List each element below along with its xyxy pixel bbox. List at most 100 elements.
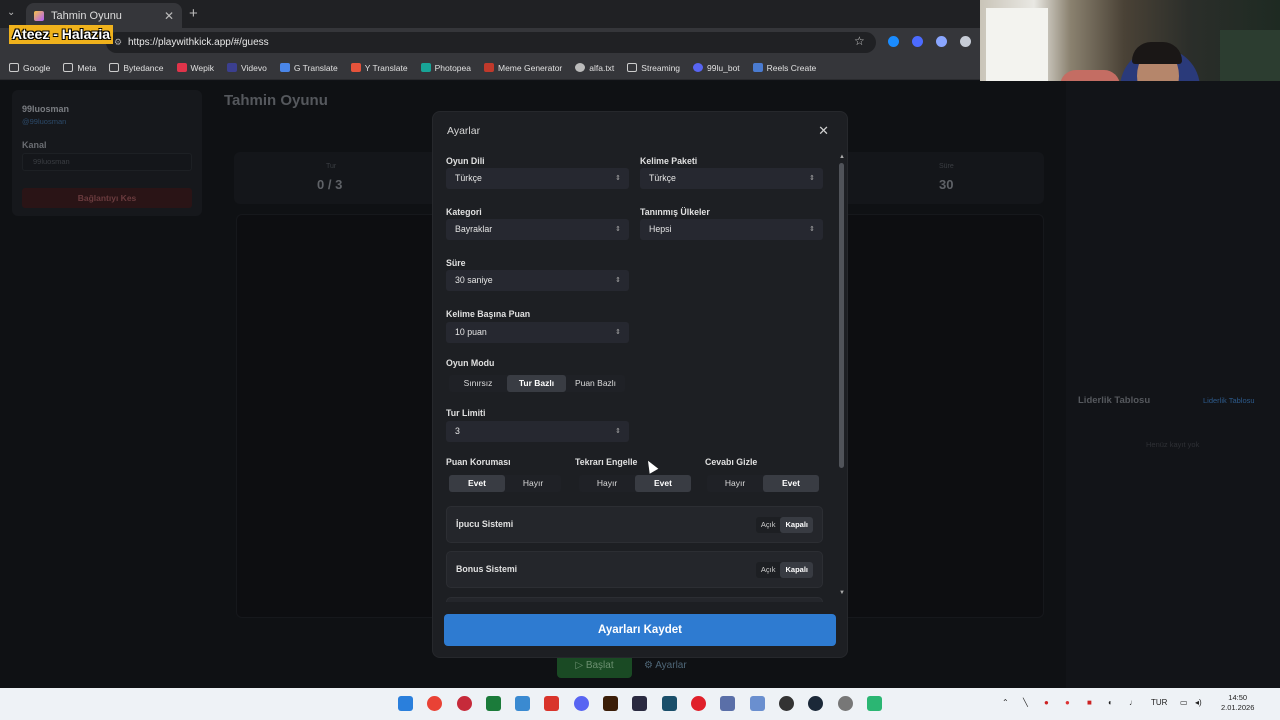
hint-system-on[interactable]: Açık <box>756 517 781 533</box>
block-repeat-yes[interactable]: Evet <box>635 475 691 492</box>
translate-icon <box>279 63 290 72</box>
network-icon[interactable]: ▭ <box>1180 698 1188 707</box>
app-icon[interactable] <box>662 696 677 711</box>
username-handle[interactable]: @99luosman <box>22 117 66 126</box>
bookmark-videvo[interactable]: Videvo <box>226 63 267 73</box>
url-input[interactable]: ⚙ https://playwithkick.app/#/guess <box>106 32 876 53</box>
tray-app-icon[interactable]: ◐ <box>1108 698 1113 707</box>
screen: ⌄ Tahmin Oyunu ✕ + Ateez - Halazia ⚙ htt… <box>0 0 1280 720</box>
bookmark-wepik[interactable]: Wepik <box>176 63 214 73</box>
davinci-icon[interactable] <box>632 696 647 711</box>
game-mode-score-based[interactable]: Puan Bazlı <box>566 375 625 392</box>
kanal-label: Kanal <box>22 140 47 150</box>
app-icon[interactable] <box>838 696 853 711</box>
category-select[interactable]: Bayraklar ⇕ <box>446 219 629 240</box>
hide-answer-no[interactable]: Hayır <box>707 475 763 492</box>
scrollbar-thumb[interactable] <box>839 163 844 468</box>
tab-list-chevron-icon[interactable]: ⌄ <box>7 7 15 18</box>
bookmark-alfa[interactable]: alfa.txt <box>575 63 614 73</box>
bonus-system-label: Bonus Sistemi <box>456 564 518 574</box>
close-icon[interactable]: ✕ <box>818 123 829 139</box>
steam-icon[interactable] <box>808 696 823 711</box>
score-protection-no[interactable]: Hayır <box>505 475 561 492</box>
score-protection-yes[interactable]: Evet <box>449 475 505 492</box>
vivaldi-icon[interactable] <box>457 696 472 711</box>
bookmark-photopea[interactable]: Photopea <box>420 63 471 73</box>
system-clock[interactable]: 14:50 2.01.2026 <box>1221 693 1254 713</box>
tray-app-icon[interactable]: ● <box>1044 698 1049 707</box>
new-tab-button[interactable]: + <box>189 5 198 22</box>
volume-icon[interactable]: ◂) <box>1195 698 1202 707</box>
bookmark-star-icon[interactable]: ☆ <box>854 34 865 48</box>
settings-scroll-area[interactable]: Oyun Dili Türkçe ⇕ Kelime Paketi Türkçe ⇕ … <box>433 154 847 602</box>
bookmark-meta[interactable]: Meta <box>63 63 96 73</box>
scroll-down-icon[interactable]: ▼ <box>839 590 845 596</box>
duration-label: Süre <box>446 258 466 268</box>
extension-icon[interactable] <box>912 36 923 47</box>
obs-icon[interactable] <box>779 696 794 711</box>
settings-button[interactable]: ⚙ Ayarlar <box>644 660 687 671</box>
recognized-countries-select[interactable]: Hepsi ⇕ <box>640 219 823 240</box>
extension-icon[interactable] <box>888 36 899 47</box>
illustrator-icon[interactable] <box>603 696 618 711</box>
tray-overflow-icon[interactable]: ⌃ <box>1002 698 1009 707</box>
points-per-word-select[interactable]: 10 puan ⇕ <box>446 322 629 343</box>
bookmark-y-translate[interactable]: Y Translate <box>350 63 408 73</box>
meme-icon <box>484 63 494 72</box>
terminal-icon[interactable] <box>486 696 501 711</box>
bookmark-meme-generator[interactable]: Meme Generator <box>484 63 562 73</box>
disconnect-button[interactable]: Bağlantıyı Kes <box>22 188 192 208</box>
save-settings-button[interactable]: Ayarları Kaydet <box>444 614 836 646</box>
site-info-icon[interactable]: ⚙ <box>114 32 122 53</box>
game-mode-unlimited[interactable]: Sınırsız <box>449 375 507 392</box>
bookmark-99lu-bot[interactable]: 99lu_bot <box>693 63 740 73</box>
app-icon[interactable] <box>515 696 530 711</box>
bookmark-streaming[interactable]: Streaming <box>627 63 680 73</box>
modal-scrollbar[interactable]: ▲ ▼ <box>839 154 845 602</box>
bookmark-bytedance[interactable]: Bytedance <box>109 63 164 73</box>
input-language[interactable]: TUR <box>1151 698 1167 707</box>
filezilla-icon[interactable] <box>544 696 559 711</box>
translate-icon <box>350 63 361 72</box>
bookmark-g-translate[interactable]: G Translate <box>279 63 338 73</box>
bonus-system-off[interactable]: Kapalı <box>780 562 813 578</box>
username: 99luosman <box>22 104 70 114</box>
bookmark-reels-create[interactable]: Reels Create <box>752 63 816 73</box>
youtube-icon[interactable] <box>691 696 706 711</box>
bookmark-google[interactable]: Google <box>9 63 50 73</box>
round-limit-stepper[interactable]: 3 ⇕ <box>446 421 629 442</box>
hide-answer-toggle: Hayır Evet <box>707 475 819 492</box>
notepad-icon[interactable] <box>867 696 882 711</box>
kanal-input[interactable]: 99luosman <box>22 153 192 171</box>
modal-title: Ayarlar <box>447 125 481 137</box>
tray-app-icon[interactable]: ● <box>1065 698 1070 707</box>
start-menu-icon[interactable] <box>398 696 413 711</box>
bookmarks-bar: Google Meta Bytedance Wepik Videvo G Tra… <box>0 56 980 80</box>
extension-icon[interactable] <box>960 36 971 47</box>
bonus-system-card: Bonus Sistemi Açık Kapalı <box>446 551 823 588</box>
tab-favicon-icon <box>34 10 44 21</box>
app-icon[interactable] <box>750 696 765 711</box>
scroll-up-icon[interactable]: ▲ <box>839 154 845 160</box>
tab-close-icon[interactable]: ✕ <box>164 9 174 23</box>
game-mode-round-based[interactable]: Tur Bazlı <box>507 375 566 392</box>
folder-icon <box>9 63 19 72</box>
tab-title: Tahmin Oyunu <box>51 9 122 22</box>
block-repeat-no[interactable]: Hayır <box>579 475 635 492</box>
game-language-select[interactable]: Türkçe ⇕ <box>446 168 629 189</box>
duration-select[interactable]: 30 saniye ⇕ <box>446 270 629 291</box>
tray-app-icon[interactable]: ■ <box>1087 698 1092 707</box>
bonus-system-on[interactable]: Açık <box>756 562 781 578</box>
word-pack-select[interactable]: Türkçe ⇕ <box>640 168 823 189</box>
tray-app-icon[interactable]: ╲ <box>1023 698 1028 707</box>
microphone-icon[interactable]: ♩ <box>1129 698 1137 707</box>
discord-icon[interactable] <box>574 696 589 711</box>
leaderboard-link[interactable]: Liderlik Tablosu <box>1203 396 1255 405</box>
chrome-icon[interactable] <box>427 696 442 711</box>
hint-system-off[interactable]: Kapalı <box>780 517 813 533</box>
score-protection-toggle: Evet Hayır <box>449 475 561 492</box>
hide-answer-yes[interactable]: Evet <box>763 475 819 492</box>
files-icon[interactable] <box>720 696 735 711</box>
block-repeat-toggle: Hayır Evet <box>579 475 691 492</box>
extension-icon[interactable] <box>936 36 947 47</box>
